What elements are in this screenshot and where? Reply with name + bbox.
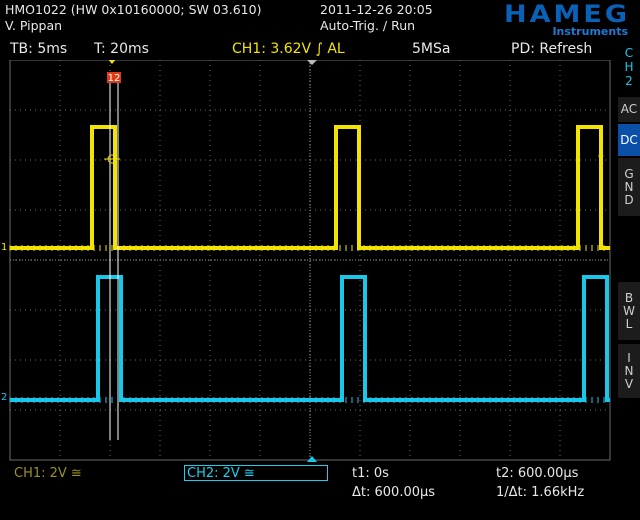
- ch1-trigger-settings[interactable]: CH1: 3.62V ∫ AL: [232, 41, 345, 57]
- trigger-position-marker: [108, 60, 116, 64]
- channel-tab-ch2[interactable]: C H 2: [618, 40, 640, 96]
- center-bottom-marker: [306, 456, 318, 462]
- trigger-level-marker: T: [597, 155, 604, 165]
- channel-label: C H 2: [624, 46, 634, 88]
- datetime: 2011-12-26 20:05: [320, 2, 433, 17]
- gnd-label: G N D: [624, 166, 634, 207]
- sample-rate: 5MSa: [412, 41, 451, 57]
- invert-button[interactable]: I N V: [618, 344, 640, 398]
- cursor-delta-t: Δt: 600.00µs: [352, 485, 436, 500]
- coupling-ac-button[interactable]: AC: [618, 97, 640, 122]
- cursor-t1: t1: 0s: [352, 466, 389, 481]
- timebase[interactable]: TB: 5ms: [10, 41, 67, 57]
- trigger-mode: Auto-Trig. / Run: [320, 18, 416, 33]
- ch2-ground-marker: 2: [1, 392, 7, 403]
- coupling-dc-button[interactable]: DC: [618, 124, 640, 156]
- user-name: V. Pippan: [5, 18, 63, 33]
- ch2-scale[interactable]: CH2: 2V ≅: [184, 465, 328, 481]
- center-top-marker: [307, 60, 317, 65]
- ch1-ground-marker: 1: [1, 242, 7, 253]
- trigger-time[interactable]: T: 20ms: [94, 41, 149, 57]
- coupling-gnd-button[interactable]: G N D: [618, 158, 640, 216]
- ac-label: AC: [620, 102, 638, 116]
- cursor-tag-text: 12: [108, 73, 121, 84]
- cursor-t2: t2: 600.00µs: [496, 466, 579, 481]
- hameg-logo: HAMEG Instruments: [450, 1, 630, 38]
- ch1-scale[interactable]: CH1: 2V ≅: [14, 466, 82, 481]
- scope-screen[interactable]: 12 12T: [0, 60, 612, 462]
- bwl-label: B W L: [623, 290, 635, 331]
- bandwidth-limit-button[interactable]: B W L: [618, 282, 640, 340]
- inv-label: I N V: [624, 350, 634, 391]
- logo-subtext: Instruments: [552, 25, 628, 38]
- device-info: HMO1022 (HW 0x10160000; SW 03.610): [5, 2, 262, 17]
- dc-label: DC: [620, 132, 638, 147]
- cursor-frequency: 1/Δt: 1.66kHz: [496, 485, 585, 500]
- peak-detect[interactable]: PD: Refresh: [511, 41, 592, 57]
